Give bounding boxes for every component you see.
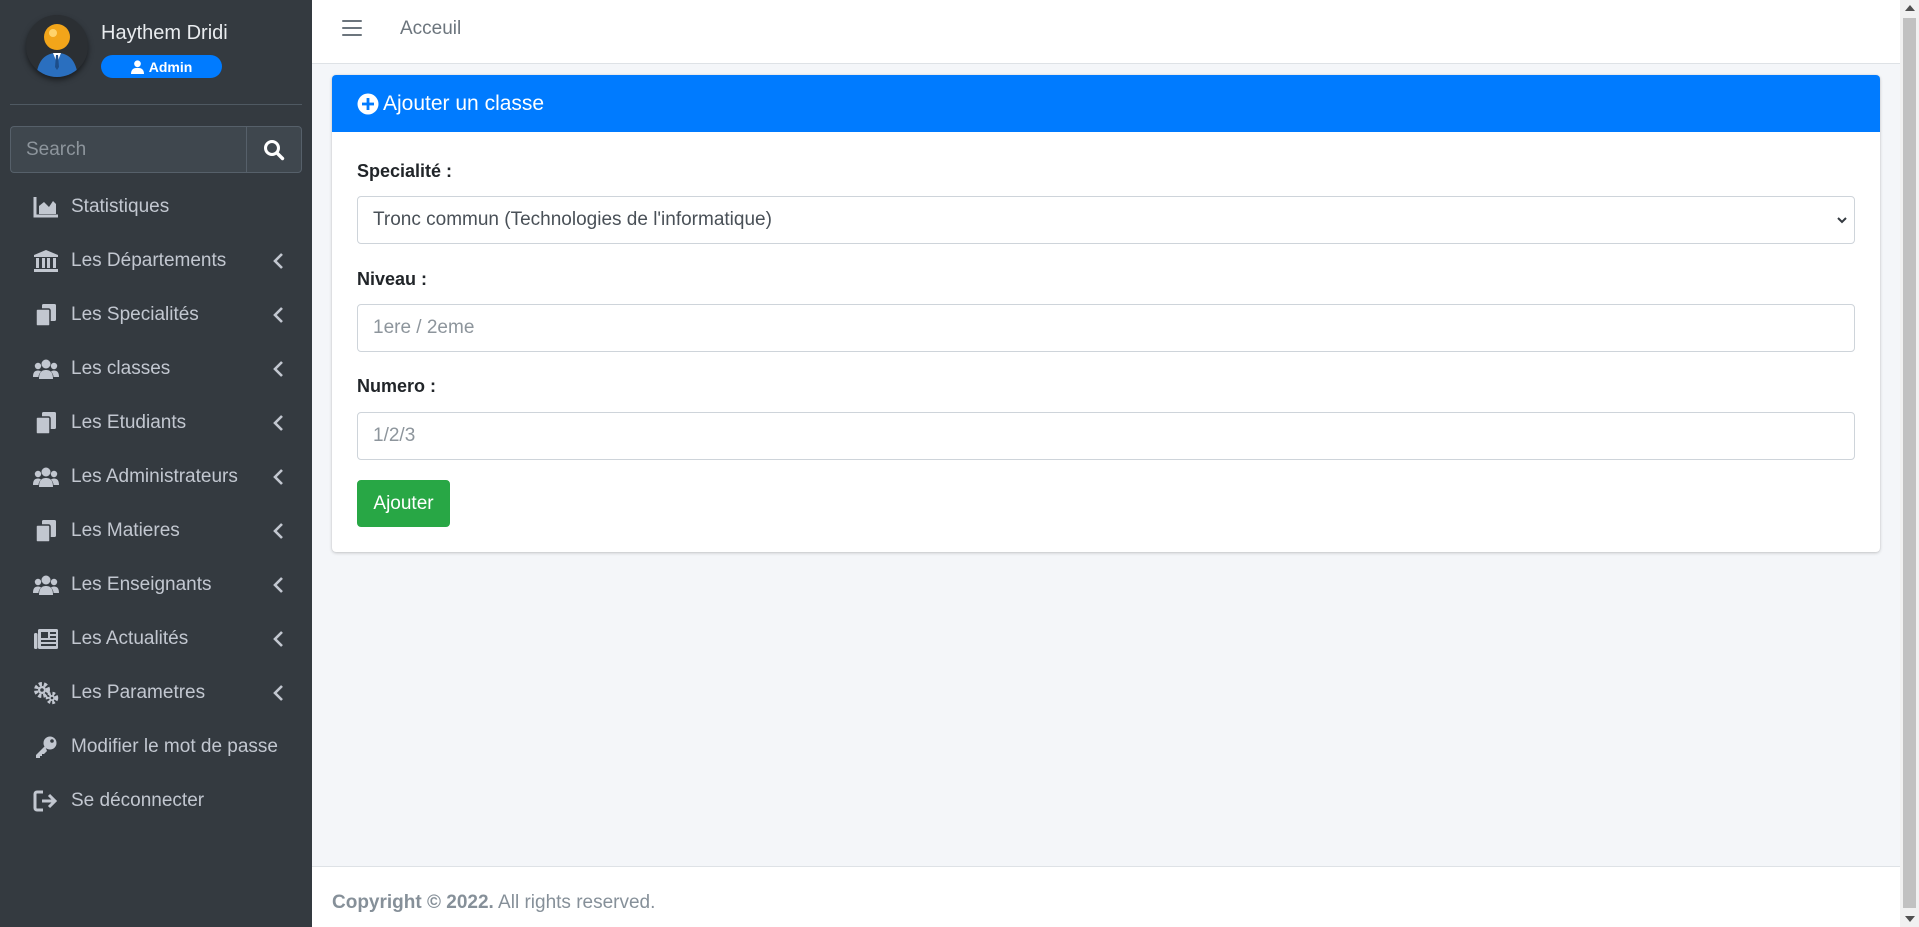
chevron-left-icon [273,523,283,539]
menu-toggle-icon[interactable] [342,18,362,38]
users-icon [32,572,60,598]
sidebar-item-label: Les Specialités [71,304,199,325]
specialite-selected-value: Tronc commun (Technologies de l'informat… [373,209,772,230]
user-panel: Haythem Dridi Admin [10,0,302,105]
users-icon [32,464,60,490]
specialite-label: Specialité : [357,161,453,181]
add-class-card: Ajouter un classe Specialité : Tronc com… [332,75,1880,552]
sidebar-nav: Statistiques Les Départements Les Specia… [10,180,302,828]
numero-input[interactable] [357,412,1855,460]
sidebar-item-administrateurs[interactable]: Les Administrateurs [10,450,302,504]
scroll-down-icon[interactable] [1905,916,1915,922]
sidebar-item-label: Les Départements [71,250,227,271]
chevron-left-icon [273,253,283,269]
card-title: Ajouter un classe [383,91,545,115]
sign-out-icon [32,788,60,814]
chevron-left-icon [273,631,283,647]
chevron-left-icon [273,577,283,593]
sidebar-item-parametres[interactable]: Les Parametres [10,666,302,720]
user-icon [130,59,144,74]
chart-area-icon [32,194,60,220]
search-input[interactable] [10,126,246,173]
sidebar-item-etudiants[interactable]: Les Etudiants [10,396,302,450]
copy-icon [32,410,60,436]
key-icon [32,734,60,760]
sidebar-item-classes[interactable]: Les classes [10,342,302,396]
footer: Copyright © 2022. All rights reserved. [312,866,1900,927]
copy-icon [32,302,60,328]
scroll-thumb[interactable] [1903,18,1916,908]
users-icon [32,356,60,382]
chevron-left-icon [273,307,283,323]
home-link[interactable]: Acceuil [400,18,461,40]
sidebar-item-change-password[interactable]: Modifier le mot de passe [10,720,302,774]
topbar: Acceuil [312,0,1900,64]
numero-label: Numero : [357,376,437,396]
role-badge: Admin [101,55,222,78]
university-icon [32,248,60,274]
sidebar-item-label: Les Etudiants [71,412,187,433]
chevron-down-icon [1837,217,1847,224]
rights-text: All rights reserved. [493,892,656,913]
sidebar-item-label: Les Parametres [71,682,206,703]
plus-circle-icon [357,93,379,114]
sidebar-item-statistiques[interactable]: Statistiques [10,180,302,234]
copy-icon [32,518,60,544]
cogs-icon [32,680,60,706]
specialite-select[interactable]: Tronc commun (Technologies de l'informat… [357,196,1855,244]
role-label: Admin [148,58,193,75]
sidebar-item-specialites[interactable]: Les Specialités [10,288,302,342]
sidebar-search [10,126,302,173]
scroll-up-icon[interactable] [1905,5,1915,11]
sidebar-item-enseignants[interactable]: Les Enseignants [10,558,302,612]
chevron-left-icon [273,685,283,701]
avatar [26,15,88,77]
chevron-left-icon [273,469,283,485]
search-button[interactable] [246,126,302,173]
chevron-left-icon [273,415,283,431]
sidebar-item-logout[interactable]: Se déconnecter [10,774,302,828]
chevron-left-icon [273,361,283,377]
card-header: Ajouter un classe [332,75,1880,132]
sidebar-item-label: Modifier le mot de passe [71,736,278,757]
sidebar: Haythem Dridi Admin Statistiques Les Dép… [0,0,312,927]
sidebar-item-label: Les Administrateurs [71,466,238,487]
copyright-text: Copyright © 2022. [332,892,494,913]
sidebar-item-matieres[interactable]: Les Matieres [10,504,302,558]
niveau-input[interactable] [357,304,1855,352]
sidebar-item-actualites[interactable]: Les Actualités [10,612,302,666]
sidebar-item-label: Les Matieres [71,520,180,541]
sidebar-item-label: Statistiques [71,196,170,217]
sidebar-item-label: Se déconnecter [71,790,205,811]
newspaper-icon [32,626,60,652]
add-button[interactable]: Ajouter [357,480,450,527]
sidebar-item-label: Les Actualités [71,628,189,649]
sidebar-item-label: Les Enseignants [71,574,212,595]
user-name[interactable]: Haythem Dridi [101,22,228,45]
page-scrollbar[interactable] [1900,0,1919,927]
search-icon [264,139,285,160]
sidebar-item-departements[interactable]: Les Départements [10,234,302,288]
niveau-label: Niveau : [357,269,428,289]
sidebar-item-label: Les classes [71,358,171,379]
